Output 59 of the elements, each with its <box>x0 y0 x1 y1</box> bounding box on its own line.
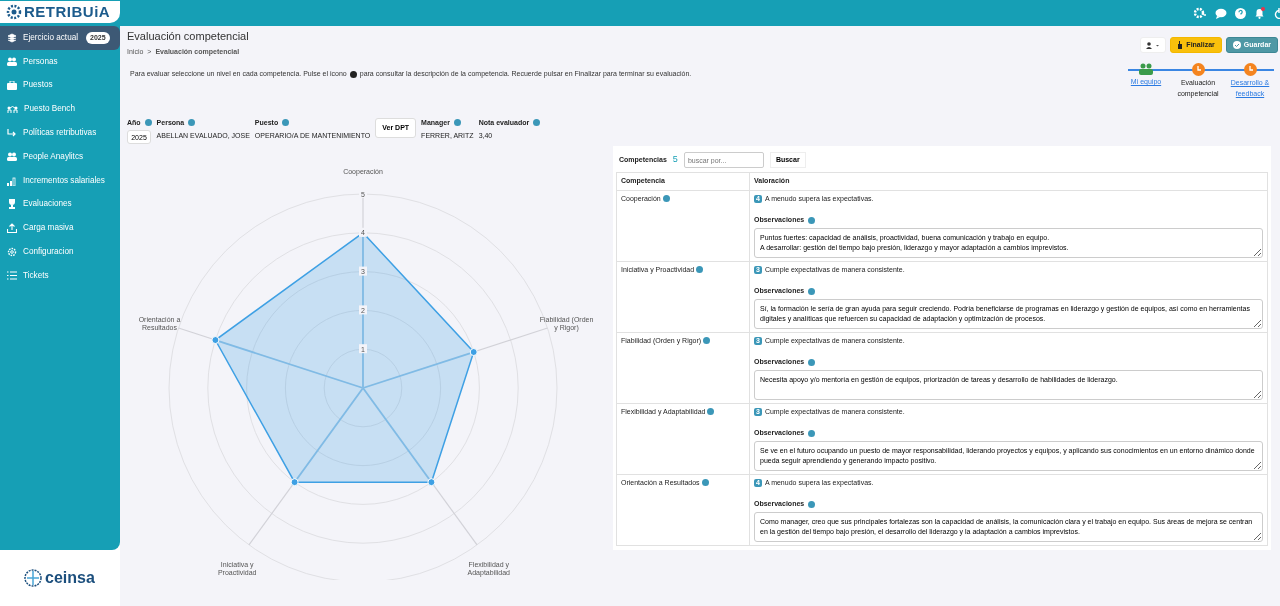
upload-icon <box>7 223 17 234</box>
info-icon <box>144 119 152 127</box>
help-icon[interactable] <box>1235 7 1246 19</box>
people-icon <box>7 152 17 162</box>
footer-logo: ceinsa <box>45 568 95 588</box>
info-icon <box>282 119 290 127</box>
info-icon <box>808 358 816 366</box>
sidebar-item[interactable]: People Anaylitcs <box>0 145 120 169</box>
info-icon <box>808 500 816 508</box>
info-icon <box>696 266 704 274</box>
gear-icon <box>7 247 17 258</box>
team-icon <box>1139 63 1153 75</box>
briefcase-icon <box>7 81 17 90</box>
data-point <box>211 336 220 345</box>
sidebar-item[interactable]: Puesto Bench <box>0 97 120 122</box>
info-icon <box>701 479 709 487</box>
sidebar-item[interactable]: Puestos <box>0 73 120 98</box>
data-point <box>469 348 478 357</box>
info-icon <box>453 119 461 127</box>
info-icon <box>703 337 711 345</box>
chat-icon[interactable] <box>1215 7 1227 19</box>
sidebar-item[interactable]: Configuracion <box>0 240 120 264</box>
logo: RETRIBUiA <box>24 1 111 22</box>
data-point <box>290 478 299 487</box>
sidebar-item[interactable]: Tickets <box>0 263 120 288</box>
info-icon <box>188 119 196 127</box>
network-icon <box>7 104 18 114</box>
info-icon <box>349 70 357 78</box>
sidebar-item[interactable]: Políticas retributivas <box>0 121 120 145</box>
arrow-icon <box>7 128 17 138</box>
gear-logo-icon <box>6 4 22 20</box>
people-icon <box>7 57 17 67</box>
layers-icon <box>7 32 17 43</box>
info-icon <box>707 408 715 416</box>
info-icon <box>808 216 816 224</box>
page-title: Evaluación competencial <box>127 29 249 44</box>
hand-icon <box>1177 41 1184 49</box>
sidebar-item[interactable]: Personas <box>0 49 120 74</box>
user-menu-button[interactable] <box>1140 37 1167 53</box>
info-icon <box>808 429 816 437</box>
data-point <box>427 478 436 487</box>
sidebar-item[interactable]: Carga masiva <box>0 216 120 241</box>
clock-icon <box>1243 63 1257 76</box>
count-label: 5 <box>672 153 678 167</box>
bell-icon[interactable] <box>1254 7 1265 19</box>
bar-chart-icon <box>7 175 17 186</box>
trophy-icon <box>7 199 17 210</box>
power-icon[interactable] <box>1273 7 1280 19</box>
info-icon <box>808 287 816 295</box>
sidebar-item[interactable]: Incrementos salariales <box>0 168 120 193</box>
list-icon <box>7 271 17 281</box>
user-caret-icon <box>1146 41 1161 49</box>
info-icon <box>533 119 541 127</box>
check-circle-icon <box>1232 41 1241 49</box>
sidebar-item[interactable]: Evaluaciones <box>0 192 120 217</box>
info-icon <box>662 195 670 203</box>
globe-logo-icon <box>24 569 42 587</box>
settings-icon[interactable] <box>1193 7 1207 19</box>
clock-icon <box>1191 63 1205 76</box>
